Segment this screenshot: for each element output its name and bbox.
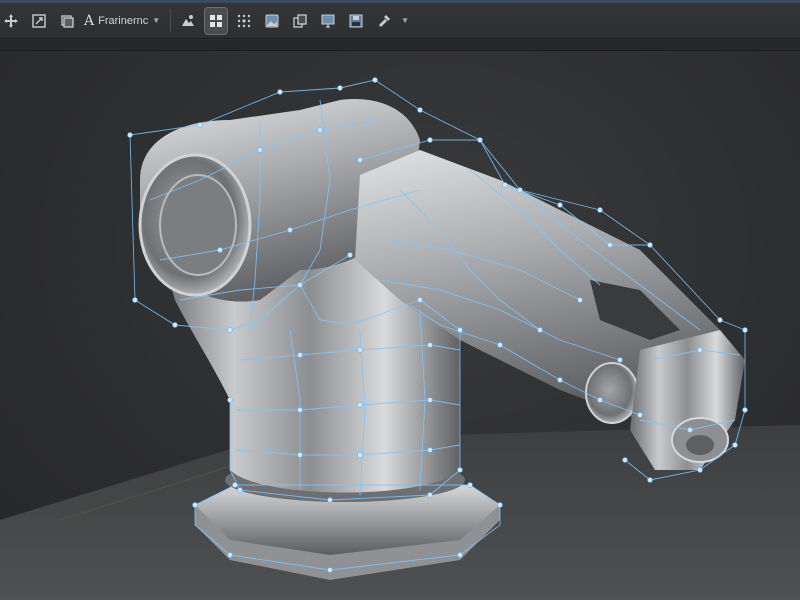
grid-view-tool-icon[interactable] bbox=[204, 6, 229, 35]
image-tool-icon[interactable] bbox=[261, 8, 283, 34]
scale-tool-icon[interactable] bbox=[28, 8, 50, 34]
paint-tool-dropdown-icon[interactable]: ▼ bbox=[401, 16, 409, 25]
move-tool-icon[interactable] bbox=[0, 8, 22, 34]
toolbar: A Frarinernc ▼ ▼ bbox=[0, 3, 800, 39]
copy-tool-icon[interactable] bbox=[289, 8, 311, 34]
chevron-down-icon: ▼ bbox=[152, 16, 161, 25]
paint-tool-icon[interactable] bbox=[373, 8, 395, 34]
3d-viewport[interactable] bbox=[0, 51, 800, 600]
save-tool-icon[interactable] bbox=[345, 8, 367, 34]
material-tool-icon[interactable] bbox=[177, 8, 199, 34]
display-tool-icon[interactable] bbox=[317, 8, 339, 34]
snap-points-tool-icon[interactable] bbox=[233, 8, 255, 34]
layers-tool-icon[interactable] bbox=[56, 8, 78, 34]
frame-mode-label: Frarinernc bbox=[98, 14, 149, 27]
toolbar-divider bbox=[170, 9, 172, 32]
frame-mode-dropdown[interactable]: A Frarinernc ▼ bbox=[84, 13, 160, 29]
robotic-arm-scene bbox=[0, 77, 800, 600]
secondary-toolbar-strip bbox=[0, 40, 800, 51]
text-tool-icon: A bbox=[84, 12, 95, 29]
